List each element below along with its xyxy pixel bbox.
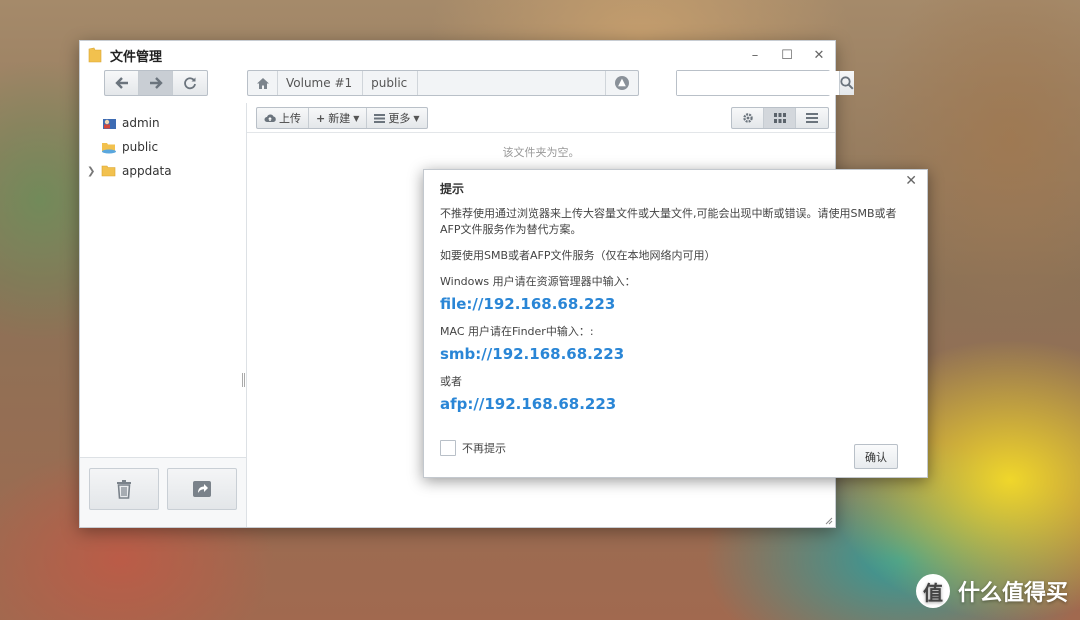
arrow-left-icon bbox=[114, 77, 128, 89]
folder-icon bbox=[101, 165, 116, 177]
parent-folder-button[interactable]: ▲ bbox=[606, 71, 638, 95]
tree-item-label: public bbox=[122, 140, 159, 154]
folder-tree: admin public ❯ appdata bbox=[80, 103, 247, 527]
dont-show-again-checkbox[interactable] bbox=[440, 440, 456, 456]
dialog-warning: 不推荐使用通过浏览器来上传大容量文件或大量文件,可能会出现中断或错误。请使用SM… bbox=[440, 207, 897, 236]
mac-instruction: MAC 用户请在Finder中输入：: bbox=[440, 325, 594, 338]
window-title: 文件管理 bbox=[110, 49, 163, 65]
folder-app-icon bbox=[88, 47, 102, 63]
dont-show-again-label: 不再提示 bbox=[462, 442, 506, 455]
afp-link[interactable]: afp://192.168.68.223 bbox=[440, 394, 907, 414]
caret-down-icon: ▼ bbox=[353, 113, 360, 123]
search-button[interactable] bbox=[839, 71, 854, 95]
dialog-body: 不推荐使用通过浏览器来上传大容量文件或大量文件,可能会出现中断或错误。请使用SM… bbox=[440, 206, 907, 424]
upload-button[interactable]: 上传 bbox=[257, 108, 309, 128]
dialog-close-icon[interactable]: ✕ bbox=[905, 173, 917, 189]
watermark-text: 什么值得买 bbox=[957, 581, 1068, 606]
forward-button[interactable] bbox=[139, 71, 173, 95]
tree-item-admin[interactable]: admin bbox=[80, 111, 246, 135]
tree-item-label: admin bbox=[122, 116, 160, 130]
action-buttons: 上传 + 新建 ▼ 更多 ▼ bbox=[256, 107, 428, 129]
close-icon[interactable]: ✕ bbox=[803, 48, 835, 63]
list-view-icon bbox=[806, 113, 818, 123]
history-buttons bbox=[104, 70, 208, 96]
trash-icon bbox=[117, 480, 131, 499]
breadcrumb-volume[interactable]: Volume #1 bbox=[278, 71, 364, 95]
home-icon bbox=[256, 77, 269, 89]
grid-view-button[interactable] bbox=[764, 108, 796, 128]
tree-item-label: appdata bbox=[122, 164, 172, 178]
expand-chevron-icon[interactable]: ❯ bbox=[87, 166, 99, 177]
gear-icon bbox=[742, 113, 753, 123]
home-button[interactable] bbox=[248, 71, 278, 95]
new-button[interactable]: + 新建 ▼ bbox=[309, 108, 368, 128]
minimize-icon[interactable]: – bbox=[739, 48, 771, 63]
more-button[interactable]: 更多 ▼ bbox=[367, 108, 426, 128]
dialog-how-to: 如要使用SMB或者AFP文件服务（仅在本地网络内可用） bbox=[440, 249, 716, 262]
share-button[interactable] bbox=[167, 468, 237, 510]
delete-button[interactable] bbox=[89, 468, 159, 510]
search-input[interactable] bbox=[677, 71, 839, 95]
resize-grip-icon[interactable] bbox=[823, 515, 833, 525]
smb-link[interactable]: smb://192.168.68.223 bbox=[440, 344, 907, 364]
title-bar[interactable]: 文件管理 – ☐ ✕ bbox=[80, 41, 835, 69]
maximize-icon[interactable]: ☐ bbox=[771, 48, 803, 63]
list-view-button[interactable] bbox=[796, 108, 828, 128]
list-menu-icon bbox=[374, 113, 386, 123]
panel-splitter[interactable] bbox=[242, 373, 245, 387]
back-button[interactable] bbox=[105, 71, 139, 95]
upload-tip-dialog: ✕ 提示 不推荐使用通过浏览器来上传大容量文件或大量文件,可能会出现中断或错误。… bbox=[423, 169, 928, 478]
watermark: 值 什么值得买 bbox=[915, 574, 1068, 608]
sidebar-actions bbox=[80, 457, 246, 527]
settings-button[interactable] bbox=[732, 108, 764, 128]
tree-item-public[interactable]: public bbox=[80, 135, 246, 159]
dont-show-again-option[interactable]: 不再提示 bbox=[440, 440, 506, 456]
refresh-button[interactable] bbox=[173, 71, 207, 95]
dialog-title: 提示 bbox=[440, 182, 465, 196]
watermark-logo-icon: 值 bbox=[915, 574, 950, 608]
breadcrumb-spacer bbox=[418, 71, 606, 95]
search-icon bbox=[840, 76, 854, 90]
tree-item-appdata[interactable]: ❯ appdata bbox=[80, 159, 246, 183]
breadcrumb: Volume #1 public ▲ bbox=[247, 70, 639, 96]
navigation-bar: Volume #1 public ▲ bbox=[80, 70, 854, 100]
confirm-button[interactable]: 确认 bbox=[854, 444, 898, 469]
arrow-up-icon: ▲ bbox=[615, 76, 629, 90]
caret-down-icon: ▼ bbox=[413, 113, 420, 123]
windows-link[interactable]: file://192.168.68.223 bbox=[440, 294, 907, 314]
upload-label: 上传 bbox=[279, 112, 301, 125]
file-toolbar: 上传 + 新建 ▼ 更多 ▼ bbox=[247, 103, 835, 133]
plus-icon: + bbox=[316, 111, 326, 125]
new-label: 新建 bbox=[328, 112, 351, 125]
breadcrumb-public[interactable]: public bbox=[363, 71, 419, 95]
empty-folder-message: 该文件夹为空。 bbox=[502, 146, 580, 159]
more-label: 更多 bbox=[388, 112, 411, 125]
cloud-upload-icon bbox=[264, 114, 276, 122]
refresh-icon bbox=[184, 77, 196, 90]
shared-folder-icon bbox=[102, 143, 116, 154]
share-icon bbox=[193, 481, 211, 497]
grid-view-icon bbox=[773, 113, 786, 123]
windows-instruction: Windows 用户请在资源管理器中输入： bbox=[440, 275, 636, 288]
user-folder-icon bbox=[103, 119, 116, 129]
view-switcher bbox=[731, 107, 829, 129]
or-label: 或者 bbox=[440, 375, 462, 388]
arrow-right-icon bbox=[149, 77, 163, 89]
search-box bbox=[676, 70, 854, 96]
